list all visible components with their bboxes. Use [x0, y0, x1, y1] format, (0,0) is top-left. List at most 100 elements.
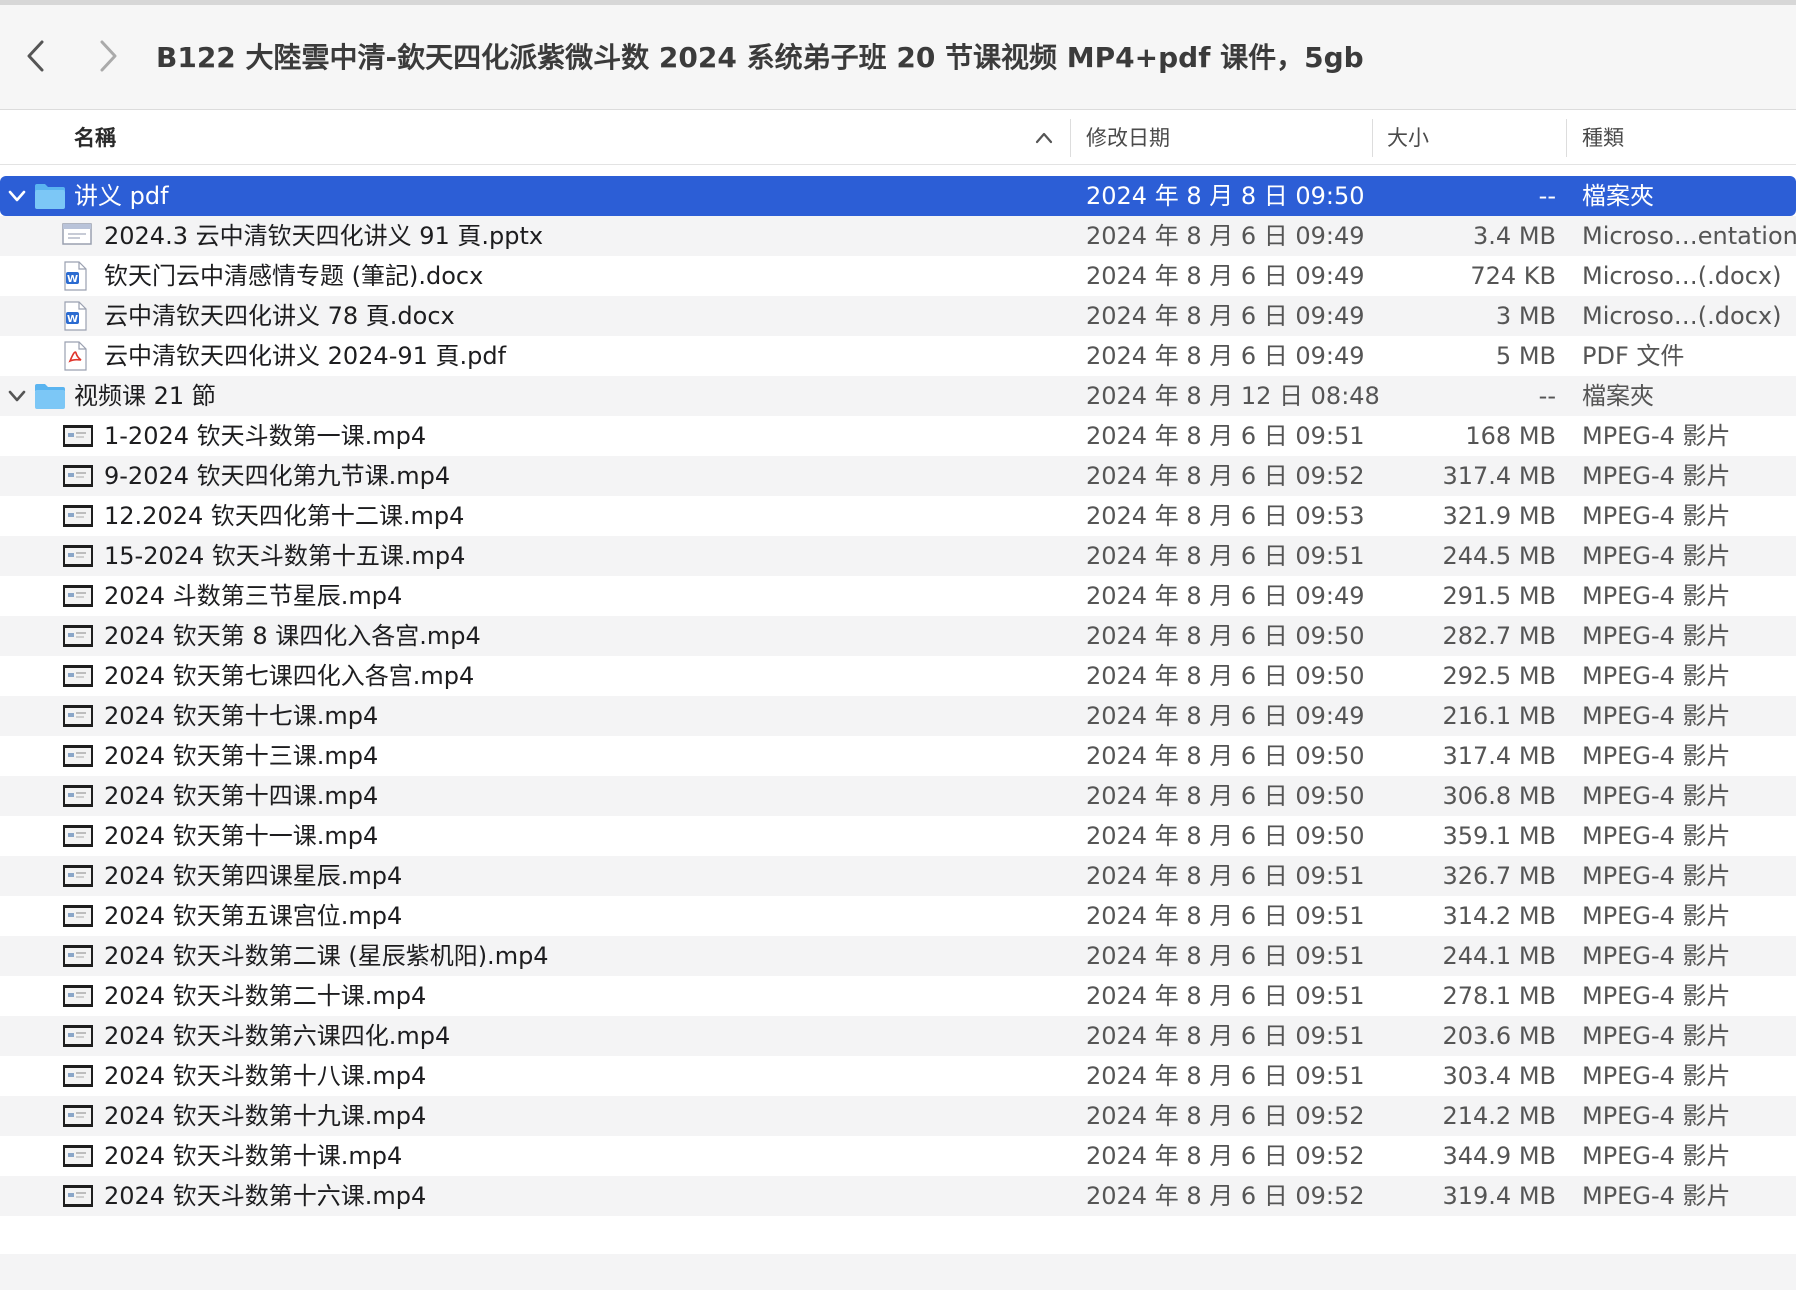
file-name: 2024 钦天第七课四化入各宫.mp4: [104, 662, 475, 690]
file-kind: 檔案夾: [1582, 382, 1654, 410]
file-size: 359.1 MB: [1442, 822, 1556, 850]
sort-ascending-icon[interactable]: [1034, 129, 1054, 147]
forward-button[interactable]: [88, 36, 128, 76]
column-header-kind[interactable]: 種類: [1582, 111, 1624, 165]
file-kind: MPEG-4 影片: [1582, 582, 1731, 610]
file-row[interactable]: 15-2024 钦天斗数第十五课.mp4 2024 年 8 月 6 日 09:51…: [0, 536, 1796, 576]
file-row[interactable]: 2024 钦天第七课四化入各宫.mp4 2024 年 8 月 6 日 09:50 2…: [0, 656, 1796, 696]
column-header-name[interactable]: 名稱: [74, 111, 116, 165]
file-kind: MPEG-4 影片: [1582, 422, 1731, 450]
file-row[interactable]: 2024 钦天斗数第二课 (星辰紫机阳).mp4 2024 年 8 月 6 日 0…: [0, 936, 1796, 976]
docx-icon: W: [62, 261, 88, 297]
file-row[interactable]: 2024 钦天第十三课.mp4 2024 年 8 月 6 日 09:50 317.4…: [0, 736, 1796, 776]
file-row[interactable]: 2024 钦天斗数第十课.mp4 2024 年 8 月 6 日 09:52 344.…: [0, 1136, 1796, 1176]
file-kind: MPEG-4 影片: [1582, 782, 1731, 810]
file-row[interactable]: 2024.3 云中清钦天四化讲义 91 頁.pptx 2024 年 8 月 6 日…: [0, 216, 1796, 256]
file-name: 云中清钦天四化讲义 2024-91 頁.pdf: [104, 342, 507, 370]
file-name: 12.2024 钦天四化第十二课.mp4: [104, 502, 465, 530]
file-size: 244.1 MB: [1442, 942, 1556, 970]
file-kind: MPEG-4 影片: [1582, 902, 1731, 930]
file-kind: Microso…(.docx): [1582, 302, 1782, 330]
file-kind: Microso…entation: [1582, 222, 1796, 250]
file-size: 244.5 MB: [1442, 542, 1556, 570]
file-size: --: [1538, 182, 1556, 210]
pptx-icon: [62, 221, 92, 253]
file-kind: MPEG-4 影片: [1582, 622, 1731, 650]
file-row[interactable]: 2024 钦天斗数第六课四化.mp4 2024 年 8 月 6 日 09:51 20…: [0, 1016, 1796, 1056]
file-size: 168 MB: [1465, 422, 1556, 450]
file-name: 2024 钦天第十七课.mp4: [104, 702, 379, 730]
file-kind: Microso…(.docx): [1582, 262, 1782, 290]
modified-date: 2024 年 8 月 6 日 09:51: [1086, 1022, 1365, 1050]
file-size: 317.4 MB: [1442, 462, 1556, 490]
file-name: 2024 钦天斗数第十八课.mp4: [104, 1062, 427, 1090]
disclosure-chevron-down-icon[interactable]: [6, 185, 28, 207]
chevron-right-icon: [100, 40, 117, 72]
file-row[interactable]: 1-2024 钦天斗数第一课.mp4 2024 年 8 月 6 日 09:51 16…: [0, 416, 1796, 456]
modified-date: 2024 年 8 月 6 日 09:51: [1086, 862, 1365, 890]
file-row[interactable]: 2024 斗数第三节星辰.mp4 2024 年 8 月 6 日 09:49 291.…: [0, 576, 1796, 616]
file-row[interactable]: 9-2024 钦天四化第九节课.mp4 2024 年 8 月 6 日 09:52 3…: [0, 456, 1796, 496]
modified-date: 2024 年 8 月 6 日 09:52: [1086, 1182, 1365, 1210]
file-row[interactable]: 云中清钦天四化讲义 2024-91 頁.pdf 2024 年 8 月 6 日 09…: [0, 336, 1796, 376]
video-thumbnail-icon: [62, 904, 94, 934]
file-kind: MPEG-4 影片: [1582, 462, 1731, 490]
file-kind: MPEG-4 影片: [1582, 1182, 1731, 1210]
modified-date: 2024 年 8 月 6 日 09:50: [1086, 742, 1365, 770]
file-size: 3 MB: [1495, 302, 1556, 330]
file-row[interactable]: W 云中清钦天四化讲义 78 頁.docx 2024 年 8 月 6 日 09:49…: [0, 296, 1796, 336]
file-row[interactable]: 2024 钦天第十一课.mp4 2024 年 8 月 6 日 09:50 359.1…: [0, 816, 1796, 856]
file-name: 2024 钦天第十四课.mp4: [104, 782, 379, 810]
file-row[interactable]: 2024 钦天第五课宫位.mp4 2024 年 8 月 6 日 09:51 314.…: [0, 896, 1796, 936]
folder-icon: [34, 382, 66, 416]
column-header: 名稱 修改日期 大小 種類: [0, 111, 1796, 165]
column-header-date[interactable]: 修改日期: [1086, 111, 1170, 165]
video-thumbnail-icon: [62, 944, 94, 974]
file-kind: 檔案夾: [1582, 182, 1654, 210]
file-row[interactable]: 2024 钦天第 8 课四化入各宫.mp4 2024 年 8 月 6 日 09:5…: [0, 616, 1796, 656]
file-kind: MPEG-4 影片: [1582, 1022, 1731, 1050]
file-row[interactable]: 2024 钦天斗数第十六课.mp4 2024 年 8 月 6 日 09:52 319…: [0, 1176, 1796, 1216]
file-row[interactable]: 2024 钦天斗数第十九课.mp4 2024 年 8 月 6 日 09:52 214…: [0, 1096, 1796, 1136]
file-name: 1-2024 钦天斗数第一课.mp4: [104, 422, 427, 450]
column-divider[interactable]: [1070, 119, 1071, 157]
file-size: 314.2 MB: [1442, 902, 1556, 930]
file-size: 278.1 MB: [1442, 982, 1556, 1010]
column-divider[interactable]: [1372, 119, 1373, 157]
file-row[interactable]: W 钦天门云中清感情专题 (筆記).docx 2024 年 8 月 6 日 09:4…: [0, 256, 1796, 296]
file-kind: MPEG-4 影片: [1582, 1142, 1731, 1170]
column-divider[interactable]: [1566, 119, 1567, 157]
folder-row[interactable]: 视频课 21 節 2024 年 8 月 12 日 08:48 -- 檔案夾: [0, 376, 1796, 416]
folder-row[interactable]: 讲义 pdf 2024 年 8 月 8 日 09:50 -- 檔案夾: [0, 176, 1796, 216]
file-kind: MPEG-4 影片: [1582, 702, 1731, 730]
file-row[interactable]: 12.2024 钦天四化第十二课.mp4 2024 年 8 月 6 日 09:53…: [0, 496, 1796, 536]
file-size: 344.9 MB: [1442, 1142, 1556, 1170]
modified-date: 2024 年 8 月 6 日 09:51: [1086, 982, 1365, 1010]
empty-list-area: [0, 1254, 1796, 1290]
file-row[interactable]: 2024 钦天第四课星辰.mp4 2024 年 8 月 6 日 09:51 326.…: [0, 856, 1796, 896]
disclosure-chevron-down-icon[interactable]: [6, 385, 28, 407]
file-row[interactable]: 2024 钦天斗数第十八课.mp4 2024 年 8 月 6 日 09:51 303…: [0, 1056, 1796, 1096]
file-size: 306.8 MB: [1442, 782, 1556, 810]
file-row[interactable]: 2024 钦天第十四课.mp4 2024 年 8 月 6 日 09:50 306.8…: [0, 776, 1796, 816]
chevron-left-icon: [27, 40, 44, 72]
file-kind: MPEG-4 影片: [1582, 862, 1731, 890]
modified-date: 2024 年 8 月 6 日 09:52: [1086, 462, 1365, 490]
video-thumbnail-icon: [62, 544, 94, 574]
modified-date: 2024 年 8 月 6 日 09:49: [1086, 302, 1365, 330]
column-header-size[interactable]: 大小: [1387, 111, 1429, 165]
file-name: 2024 钦天斗数第十九课.mp4: [104, 1102, 427, 1130]
back-button[interactable]: [16, 36, 56, 76]
file-row[interactable]: 2024 钦天第十七课.mp4 2024 年 8 月 6 日 09:49 216.1…: [0, 696, 1796, 736]
file-row[interactable]: 2024 钦天斗数第二十课.mp4 2024 年 8 月 6 日 09:51 278…: [0, 976, 1796, 1016]
file-kind: MPEG-4 影片: [1582, 662, 1731, 690]
video-thumbnail-icon: [62, 1104, 94, 1134]
video-thumbnail-icon: [62, 504, 94, 534]
file-size: 216.1 MB: [1442, 702, 1556, 730]
file-name: 2024 钦天斗数第六课四化.mp4: [104, 1022, 451, 1050]
video-thumbnail-icon: [62, 1144, 94, 1174]
modified-date: 2024 年 8 月 6 日 09:49: [1086, 582, 1365, 610]
modified-date: 2024 年 8 月 6 日 09:51: [1086, 422, 1365, 450]
file-size: 3.4 MB: [1473, 222, 1556, 250]
file-name: 2024 斗数第三节星辰.mp4: [104, 582, 403, 610]
